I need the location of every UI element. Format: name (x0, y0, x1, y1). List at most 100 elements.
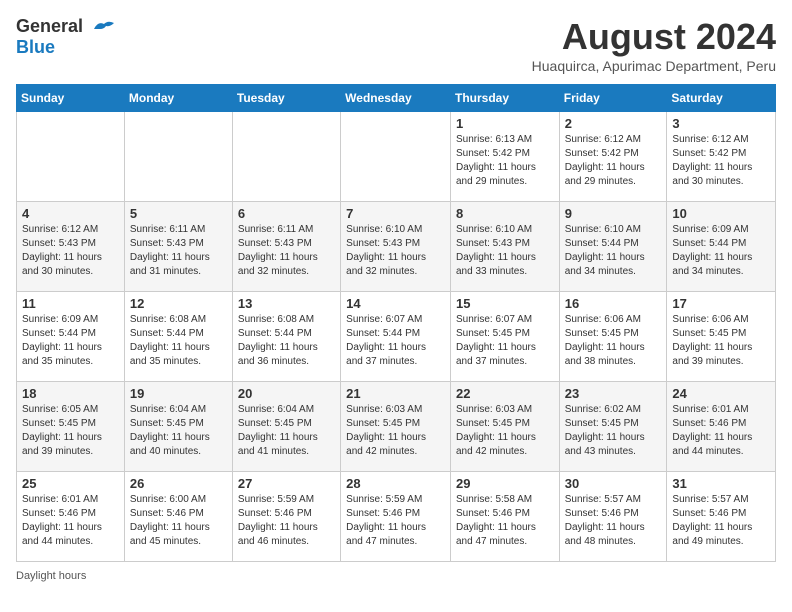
day-number: 19 (130, 386, 227, 401)
day-info: Sunrise: 6:03 AMSunset: 5:45 PMDaylight:… (346, 403, 445, 459)
calendar-subtitle: Huaquirca, Apurimac Department, Peru (532, 58, 776, 74)
day-info: Sunrise: 6:04 AMSunset: 5:45 PMDaylight:… (130, 403, 227, 459)
day-info: Sunrise: 6:08 AMSunset: 5:44 PMDaylight:… (130, 313, 227, 369)
day-number: 17 (672, 296, 770, 311)
calendar-cell: 20 Sunrise: 6:04 AMSunset: 5:45 PMDayligh… (232, 382, 340, 472)
calendar-cell: 5 Sunrise: 6:11 AMSunset: 5:43 PMDaylight… (124, 202, 232, 292)
day-of-week-header: Thursday (450, 85, 559, 112)
calendar-cell: 28Sunrise: 5:59 AMSunset: 5:46 PMDayligh… (341, 472, 451, 562)
day-number: 13 (238, 296, 335, 311)
calendar-cell: 3 Sunrise: 6:12 AMSunset: 5:42 PMDaylight… (667, 112, 776, 202)
logo-general: General (16, 16, 83, 36)
calendar-cell (124, 112, 232, 202)
day-number: 14 (346, 296, 445, 311)
day-info: Sunrise: 6:07 AMSunset: 5:45 PMDaylight:… (456, 313, 554, 369)
day-info: Sunrise: 6:05 AMSunset: 5:45 PMDaylight:… (22, 403, 119, 459)
day-info: Sunrise: 6:12 AMSunset: 5:42 PMDaylight:… (672, 133, 770, 189)
day-number: 29 (456, 476, 554, 491)
calendar-cell (232, 112, 340, 202)
day-number: 7 (346, 206, 445, 221)
calendar-week-row: 4Sunrise: 6:12 AMSunset: 5:43 PMDaylight… (17, 202, 776, 292)
day-info: Sunrise: 6:00 AMSunset: 5:46 PMDaylight:… (130, 493, 227, 549)
day-info: Sunrise: 5:57 AMSunset: 5:46 PMDaylight:… (672, 493, 770, 549)
logo-blue-text: Blue (16, 37, 55, 57)
calendar-cell: 19 Sunrise: 6:04 AMSunset: 5:45 PMDayligh… (124, 382, 232, 472)
day-info: Sunrise: 6:13 AMSunset: 5:42 PMDaylight:… (456, 133, 554, 189)
calendar-cell: 23 Sunrise: 6:02 AMSunset: 5:45 PMDayligh… (559, 382, 667, 472)
day-info: Sunrise: 6:01 AMSunset: 5:46 PMDaylight:… (22, 493, 119, 549)
day-number: 1 (456, 116, 554, 131)
calendar-cell: 11 Sunrise: 6:09 AMSunset: 5:44 PMDayligh… (17, 292, 125, 382)
calendar-week-row: 1 Sunrise: 6:13 AMSunset: 5:42 PMDaylight… (17, 112, 776, 202)
calendar-week-row: 18Sunrise: 6:05 AMSunset: 5:45 PMDayligh… (17, 382, 776, 472)
calendar-cell: 24Sunrise: 6:01 AMSunset: 5:46 PMDayligh… (667, 382, 776, 472)
day-info: Sunrise: 5:59 AMSunset: 5:46 PMDaylight:… (238, 493, 335, 549)
day-number: 16 (565, 296, 662, 311)
calendar-week-row: 25 Sunrise: 6:01 AMSunset: 5:46 PMDayligh… (17, 472, 776, 562)
day-number: 12 (130, 296, 227, 311)
day-info: Sunrise: 6:09 AMSunset: 5:44 PMDaylight:… (22, 313, 119, 369)
calendar-cell: 9Sunrise: 6:10 AMSunset: 5:44 PMDaylight… (559, 202, 667, 292)
calendar-cell: 10Sunrise: 6:09 AMSunset: 5:44 PMDayligh… (667, 202, 776, 292)
day-number: 22 (456, 386, 554, 401)
day-info: Sunrise: 5:57 AMSunset: 5:46 PMDaylight:… (565, 493, 662, 549)
day-of-week-header: Friday (559, 85, 667, 112)
calendar-cell: 27 Sunrise: 5:59 AMSunset: 5:46 PMDayligh… (232, 472, 340, 562)
calendar-cell: 29Sunrise: 5:58 AMSunset: 5:46 PMDayligh… (450, 472, 559, 562)
calendar-cell: 21 Sunrise: 6:03 AMSunset: 5:45 PMDayligh… (341, 382, 451, 472)
day-number: 5 (130, 206, 227, 221)
footer: Daylight hours (16, 570, 776, 582)
calendar-cell (341, 112, 451, 202)
day-number: 25 (22, 476, 119, 491)
calendar-cell: 2Sunrise: 6:12 AMSunset: 5:42 PMDaylight… (559, 112, 667, 202)
day-number: 6 (238, 206, 335, 221)
calendar-cell: 31 Sunrise: 5:57 AMSunset: 5:46 PMDayligh… (667, 472, 776, 562)
logo-bird-icon (90, 19, 118, 37)
day-info: Sunrise: 6:10 AMSunset: 5:44 PMDaylight:… (565, 223, 662, 279)
calendar-cell: 12 Sunrise: 6:08 AMSunset: 5:44 PMDayligh… (124, 292, 232, 382)
day-number: 21 (346, 386, 445, 401)
calendar-cell: 25 Sunrise: 6:01 AMSunset: 5:46 PMDayligh… (17, 472, 125, 562)
day-info: Sunrise: 6:07 AMSunset: 5:44 PMDaylight:… (346, 313, 445, 369)
calendar-cell: 8 Sunrise: 6:10 AMSunset: 5:43 PMDaylight… (450, 202, 559, 292)
day-info: Sunrise: 6:06 AMSunset: 5:45 PMDaylight:… (565, 313, 662, 369)
day-info: Sunrise: 6:10 AMSunset: 5:43 PMDaylight:… (456, 223, 554, 279)
day-info: Sunrise: 6:10 AMSunset: 5:43 PMDaylight:… (346, 223, 445, 279)
day-number: 10 (672, 206, 770, 221)
calendar-cell (17, 112, 125, 202)
day-of-week-header: Tuesday (232, 85, 340, 112)
day-info: Sunrise: 6:12 AMSunset: 5:43 PMDaylight:… (22, 223, 119, 279)
calendar-cell: 7 Sunrise: 6:10 AMSunset: 5:43 PMDaylight… (341, 202, 451, 292)
day-number: 31 (672, 476, 770, 491)
calendar-cell: 1 Sunrise: 6:13 AMSunset: 5:42 PMDaylight… (450, 112, 559, 202)
day-of-week-header: Saturday (667, 85, 776, 112)
calendar-title: August 2024 (532, 16, 776, 58)
day-info: Sunrise: 6:04 AMSunset: 5:45 PMDaylight:… (238, 403, 335, 459)
calendar-cell: 14 Sunrise: 6:07 AMSunset: 5:44 PMDayligh… (341, 292, 451, 382)
day-number: 11 (22, 296, 119, 311)
day-number: 15 (456, 296, 554, 311)
day-number: 8 (456, 206, 554, 221)
day-of-week-header: Wednesday (341, 85, 451, 112)
day-number: 23 (565, 386, 662, 401)
day-info: Sunrise: 6:08 AMSunset: 5:44 PMDaylight:… (238, 313, 335, 369)
logo: General Blue (16, 16, 118, 58)
calendar-cell: 30 Sunrise: 5:57 AMSunset: 5:46 PMDayligh… (559, 472, 667, 562)
day-info: Sunrise: 6:11 AMSunset: 5:43 PMDaylight:… (238, 223, 335, 279)
calendar-cell: 17 Sunrise: 6:06 AMSunset: 5:45 PMDayligh… (667, 292, 776, 382)
calendar-cell: 16 Sunrise: 6:06 AMSunset: 5:45 PMDayligh… (559, 292, 667, 382)
calendar-cell: 6 Sunrise: 6:11 AMSunset: 5:43 PMDaylight… (232, 202, 340, 292)
day-number: 20 (238, 386, 335, 401)
day-info: Sunrise: 6:02 AMSunset: 5:45 PMDaylight:… (565, 403, 662, 459)
day-info: Sunrise: 6:11 AMSunset: 5:43 PMDaylight:… (130, 223, 227, 279)
logo-text: General (16, 16, 118, 37)
calendar-table: SundayMondayTuesdayWednesdayThursdayFrid… (16, 84, 776, 562)
daylight-label: Daylight hours (16, 570, 86, 582)
day-number: 30 (565, 476, 662, 491)
day-info: Sunrise: 6:06 AMSunset: 5:45 PMDaylight:… (672, 313, 770, 369)
day-number: 27 (238, 476, 335, 491)
day-number: 26 (130, 476, 227, 491)
calendar-cell: 13 Sunrise: 6:08 AMSunset: 5:44 PMDayligh… (232, 292, 340, 382)
day-number: 3 (672, 116, 770, 131)
day-of-week-header: Monday (124, 85, 232, 112)
